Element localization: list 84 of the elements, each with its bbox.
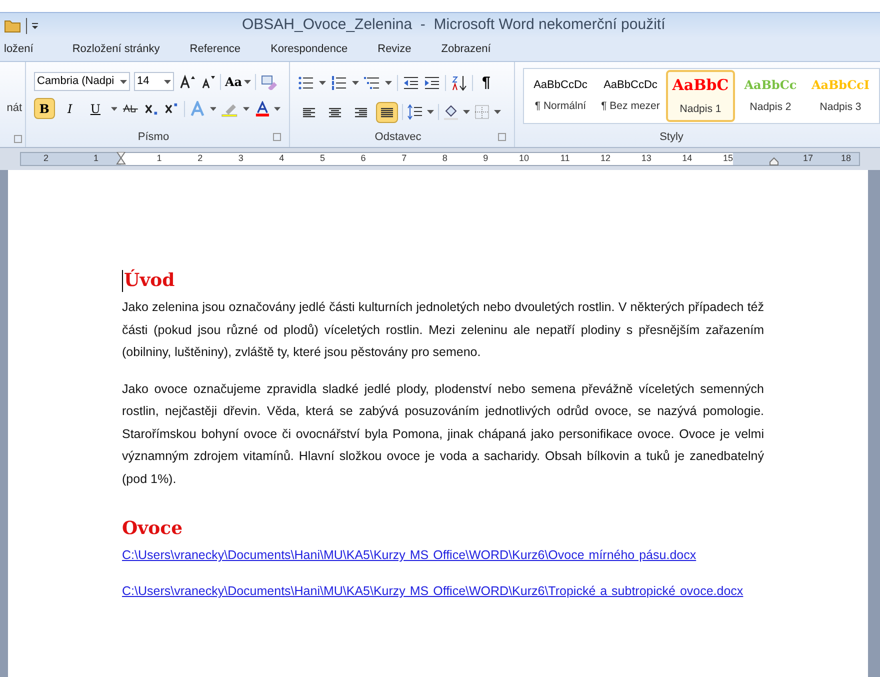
style-item[interactable]: AaBbCc Nadpis 2 [736,70,805,122]
caret-icon [319,81,326,86]
customize-toolbar-icon[interactable] [31,22,39,30]
ruler-number: 1 [156,152,162,166]
show-formatting-button[interactable]: ¶ [478,72,494,94]
ruler-number: 17 [802,152,813,166]
file-link[interactable]: C:\Users\vranecky\Documents\Hani\MU\KA5\Kurzy MS Office\WORD\Kurz6\Tropické a subtropické ovoce.docx [122,580,764,602]
clear-formatting-icon[interactable] [260,74,278,90]
folder-icon[interactable] [4,18,22,32]
window-title: OBSAH_Ovoce_Zelenina - Microsoft Word nekomerční použití [242,15,666,36]
ribbon-tab[interactable]: Zobrazení [426,38,506,61]
ruler-number: 14 [681,152,692,166]
ribbon-tab[interactable]: Rozložení stránky [57,38,175,61]
grow-font-icon[interactable] [178,74,196,90]
ruler-number: 13 [640,152,652,166]
heading: Úvod [122,270,175,292]
caret-icon [244,80,252,84]
heading: Ovoce [122,518,183,540]
ruler-number: 12 [600,152,611,166]
ruler-number: 9 [482,152,488,166]
decrease-indent-icon[interactable] [403,75,419,92]
bullets-icon[interactable] [298,75,314,92]
line-spacing-icon[interactable] [407,104,423,120]
font-color-icon[interactable] [254,100,270,116]
ruler-number: 2 [196,152,203,166]
group-label: Styly [660,130,684,144]
ribbon-tab[interactable]: Revize [362,38,426,61]
caret-icon [427,110,434,114]
ruler-number: 6 [360,152,366,166]
align-right-icon [355,106,367,118]
font-name-field[interactable]: Cambria (Nadpi [34,72,130,91]
caret-icon [385,81,392,86]
style-item[interactable]: AaBbCcDc ¶ Normální [526,70,595,122]
ruler-number: 3 [237,152,244,166]
caret-icon [164,80,171,84]
caret-icon [243,106,250,110]
align-justify-icon [381,106,393,118]
group-label: Písmo [138,130,170,144]
align-center-icon [329,106,341,118]
ribbon-tab[interactable]: ložení [0,38,58,61]
caret-icon [210,106,216,110]
group-label: Odstavec [374,130,422,144]
caret-icon [110,106,118,110]
font-name: Cambria (Nadpi [37,74,114,90]
ruler-number: 5 [318,152,325,166]
group-label: nát [6,101,22,116]
format-button[interactable]: U [85,98,106,119]
ribbon-tab[interactable]: Reference [174,38,256,61]
ruler-number: 4 [278,152,284,166]
caret-icon [463,110,470,114]
format-button[interactable]: I [60,98,80,119]
style-item[interactable]: AaBbC Nadpis 1 [666,70,735,122]
font-size: 14 [137,74,150,90]
align-left-icon [303,106,315,118]
ribbon-tab[interactable]: Korespondence [256,38,363,61]
ruler-number: 10 [518,152,529,166]
caret-icon [120,80,127,84]
sort-icon[interactable] [451,75,467,92]
format-button[interactable]: B [34,98,55,119]
shrink-font-icon[interactable] [200,74,216,90]
file-link[interactable]: C:\Users\vranecky\Documents\Hani\MU\KA5\Kurzy MS Office\WORD\Kurz6\Ovoce mírného pásu.docx [122,544,764,566]
align-justify-button[interactable] [376,102,398,122]
increase-indent-icon[interactable] [424,75,440,92]
style-item[interactable]: AaBbCcI Nadpis 3 [806,70,875,122]
caret-icon [352,81,359,86]
ruler-number: 18 [840,152,851,166]
ruler-number: 2 [43,152,48,166]
ruler-number: 11 [559,152,570,166]
paragraph: Jako zelenina jsou označovány jedlé části kulturních jednoletých nebo dvouletých rostlin. V některých případech též části (pokud jsou různé od plodů) víceletých rostlin. Mezi zeleninu ale nepatří plodiny s přesnějším zařazením (obilniny, luštěniny), zvláště ty, které jsou pěstovány pro semeno. [122,299,764,361]
multilevel-list-icon[interactable] [364,75,380,92]
font-size-field[interactable]: 14 [134,72,174,91]
ruler-number: 15 [722,152,733,166]
caret-icon [274,106,281,110]
borders-icon[interactable] [474,104,490,120]
numbering-icon[interactable] [331,75,347,92]
ruler-number: 7 [400,152,407,166]
indent-marker-icon[interactable] [116,152,126,166]
paragraph: Jako ovoce označujeme zpravidla sladké jedlé plody, plodenství nebo semena převážně víceletých semenných rostlin, nejčastěji dřevin. Věda, která se zabývá posuzováním jednotlivých odrůd ovoce, se nazývá pomologie. Starořímskou bohyní ovoce či ovocnářství byla Pomona, jinak chápaná jako personifikace ovoce. Ovoce je velmi významným zdrojem vitamínů. Hlavní složkou ovoce je voda a sacharidy. Obsah bílkovin a tuků je zanedbatelný (pod 1%). [122,380,764,488]
change-case-button[interactable]: Aa [225,72,252,90]
style-item[interactable]: AaBbCcDc ¶ Bez mezer [596,70,665,122]
ruler-number: 1 [93,152,98,166]
caret-icon [494,110,501,114]
ruler-number: 8 [441,152,448,166]
right-indent-marker-icon[interactable] [769,157,779,166]
